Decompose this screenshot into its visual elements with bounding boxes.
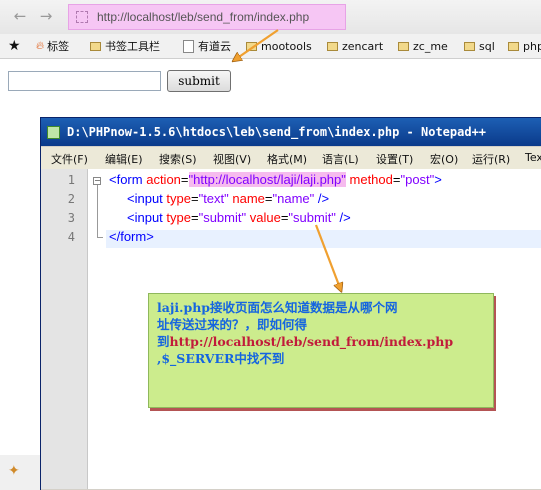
arrow-action-to-note (314, 224, 340, 288)
arrow-address-to-action (236, 29, 279, 59)
annotation-arrows (0, 29, 541, 490)
